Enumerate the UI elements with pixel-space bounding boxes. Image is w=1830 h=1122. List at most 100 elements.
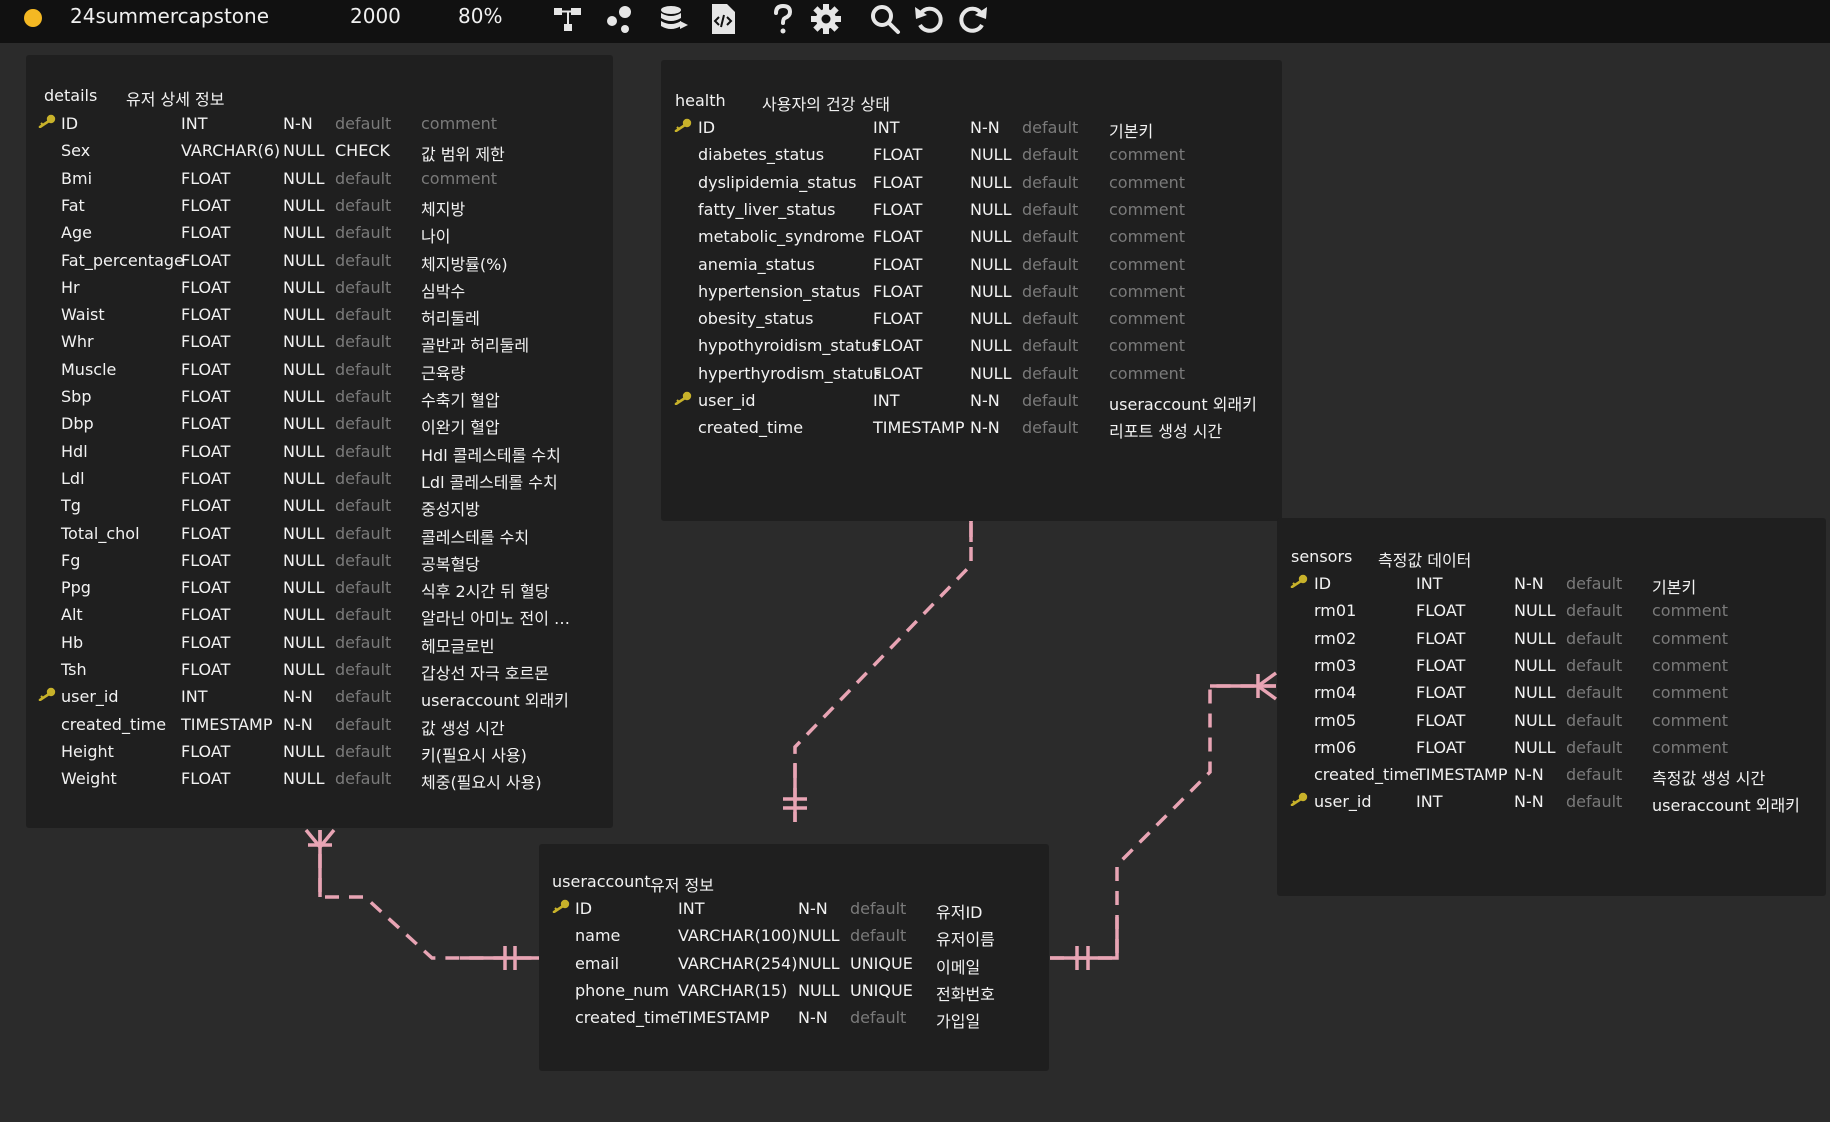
column-default[interactable]: default [335, 496, 391, 515]
column-null[interactable]: NULL [283, 387, 325, 406]
column-row[interactable]: email VARCHAR(254) NULL UNIQUE 이메일 [539, 954, 1049, 981]
column-default[interactable]: default [335, 196, 391, 215]
column-name[interactable]: hypothyroidism_status [698, 336, 880, 355]
column-comment[interactable]: Hdl 콜레스테롤 수치 [421, 442, 561, 466]
column-row[interactable]: rm04 FLOAT NULL default comment [1277, 683, 1826, 710]
column-comment[interactable]: comment [1109, 227, 1185, 246]
column-comment[interactable]: useraccount 외래키 [421, 687, 569, 711]
column-type[interactable]: FLOAT [181, 769, 230, 788]
column-default[interactable]: CHECK [335, 141, 390, 160]
column-null[interactable]: NULL [283, 251, 325, 270]
column-comment[interactable]: 측정값 생성 시간 [1652, 765, 1765, 789]
column-row[interactable]: dyslipidemia_status FLOAT NULL default comme… [661, 173, 1282, 200]
column-type[interactable]: INT [678, 899, 704, 918]
column-type[interactable]: FLOAT [181, 496, 230, 515]
column-row[interactable]: metabolic_syndrome FLOAT NULL default commen… [661, 227, 1282, 254]
column-default[interactable]: default [335, 687, 391, 706]
column-row[interactable]: Tg FLOAT NULL default 중성지방 [26, 496, 613, 523]
column-row[interactable]: Age FLOAT NULL default 나이 [26, 223, 613, 250]
column-type[interactable]: INT [1416, 792, 1442, 811]
column-row[interactable]: user_id INT N-N default useraccount 외래키 [661, 391, 1282, 418]
column-null[interactable]: NULL [283, 605, 325, 624]
column-default[interactable]: default [1022, 227, 1078, 246]
column-null[interactable]: NULL [970, 364, 1012, 383]
column-name[interactable]: Muscle [61, 360, 116, 379]
column-null[interactable]: N-N [283, 687, 313, 706]
column-comment[interactable]: comment [1109, 200, 1185, 219]
column-name[interactable]: Weight [61, 769, 117, 788]
column-comment[interactable]: comment [421, 169, 497, 188]
column-name[interactable]: ID [1314, 574, 1331, 593]
column-type[interactable]: INT [873, 118, 899, 137]
column-type[interactable]: FLOAT [1416, 629, 1465, 648]
column-default[interactable]: default [1022, 173, 1078, 192]
column-comment[interactable]: comment [1652, 738, 1728, 757]
column-name[interactable]: Age [61, 223, 92, 242]
column-default[interactable]: default [335, 278, 391, 297]
column-null[interactable]: NULL [1514, 738, 1556, 757]
column-name[interactable]: Whr [61, 332, 94, 351]
column-null[interactable]: NULL [970, 309, 1012, 328]
column-type[interactable]: INT [181, 687, 207, 706]
column-comment[interactable]: 기본키 [1652, 574, 1696, 598]
column-name[interactable]: created_time [1314, 765, 1419, 784]
column-comment[interactable]: 수축기 혈압 [421, 387, 500, 411]
column-name[interactable]: rm05 [1314, 711, 1356, 730]
column-name[interactable]: rm06 [1314, 738, 1356, 757]
column-name[interactable]: created_time [575, 1008, 680, 1027]
column-name[interactable]: Ppg [61, 578, 91, 597]
column-name[interactable]: Hb [61, 633, 83, 652]
column-comment[interactable]: comment [1109, 282, 1185, 301]
column-comment[interactable]: 식후 2시간 뒤 혈당 [421, 578, 549, 602]
relation-health-useraccount[interactable] [783, 482, 987, 822]
column-default[interactable]: default [335, 223, 391, 242]
column-null[interactable]: N-N [1514, 765, 1544, 784]
column-type[interactable]: FLOAT [873, 200, 922, 219]
column-type[interactable]: FLOAT [181, 251, 230, 270]
column-row[interactable]: diabetes_status FLOAT NULL default comment [661, 145, 1282, 172]
table-details[interactable]: details 유저 상세 정보 ID INT N-N default comment S… [26, 55, 613, 828]
column-name[interactable]: dyslipidemia_status [698, 173, 856, 192]
column-null[interactable]: NULL [970, 255, 1012, 274]
column-null[interactable]: NULL [798, 981, 840, 1000]
column-type[interactable]: FLOAT [873, 227, 922, 246]
column-name[interactable]: obesity_status [698, 309, 813, 328]
column-row[interactable]: Weight FLOAT NULL default 체중(필요시 사용) [26, 769, 613, 796]
column-comment[interactable]: 체지방률(%) [421, 251, 508, 275]
table-comment[interactable]: 유저 정보 [650, 872, 714, 896]
column-comment[interactable]: 이완기 혈압 [421, 414, 500, 438]
column-null[interactable]: NULL [1514, 601, 1556, 620]
column-row[interactable]: rm06 FLOAT NULL default comment [1277, 738, 1826, 765]
column-name[interactable]: Hdl [61, 442, 88, 461]
column-comment[interactable]: comment [1109, 145, 1185, 164]
column-type[interactable]: VARCHAR(100) [678, 926, 797, 945]
column-default[interactable]: default [335, 305, 391, 324]
column-type[interactable]: FLOAT [181, 605, 230, 624]
column-default[interactable]: default [850, 1008, 906, 1027]
column-name[interactable]: Waist [61, 305, 105, 324]
table-name[interactable]: details [44, 86, 97, 105]
column-name[interactable]: Alt [61, 605, 83, 624]
table-name[interactable]: health [675, 91, 726, 110]
column-comment[interactable]: comment [1652, 683, 1728, 702]
canvas-size[interactable]: 2000 [350, 4, 401, 28]
column-comment[interactable]: comment [1109, 364, 1185, 383]
column-comment[interactable]: comment [1652, 629, 1728, 648]
column-comment[interactable]: 중성지방 [421, 496, 480, 520]
column-row[interactable]: hypertension_status FLOAT NULL default comme… [661, 282, 1282, 309]
column-name[interactable]: Bmi [61, 169, 92, 188]
column-row[interactable]: Height FLOAT NULL default 키(필요시 사용) [26, 742, 613, 769]
table-name[interactable]: useraccount [552, 872, 651, 891]
column-null[interactable]: NULL [283, 141, 325, 160]
column-type[interactable]: FLOAT [873, 145, 922, 164]
column-null[interactable]: NULL [970, 336, 1012, 355]
column-name[interactable]: phone_num [575, 981, 669, 1000]
column-row[interactable]: Sbp FLOAT NULL default 수축기 혈압 [26, 387, 613, 414]
column-default[interactable]: default [335, 551, 391, 570]
help-icon[interactable] [766, 2, 800, 36]
column-row[interactable]: Ppg FLOAT NULL default 식후 2시간 뒤 혈당 [26, 578, 613, 605]
column-row[interactable]: Hb FLOAT NULL default 헤모글로빈 [26, 633, 613, 660]
column-type[interactable]: FLOAT [1416, 711, 1465, 730]
column-default[interactable]: default [335, 742, 391, 761]
column-null[interactable]: NULL [283, 169, 325, 188]
